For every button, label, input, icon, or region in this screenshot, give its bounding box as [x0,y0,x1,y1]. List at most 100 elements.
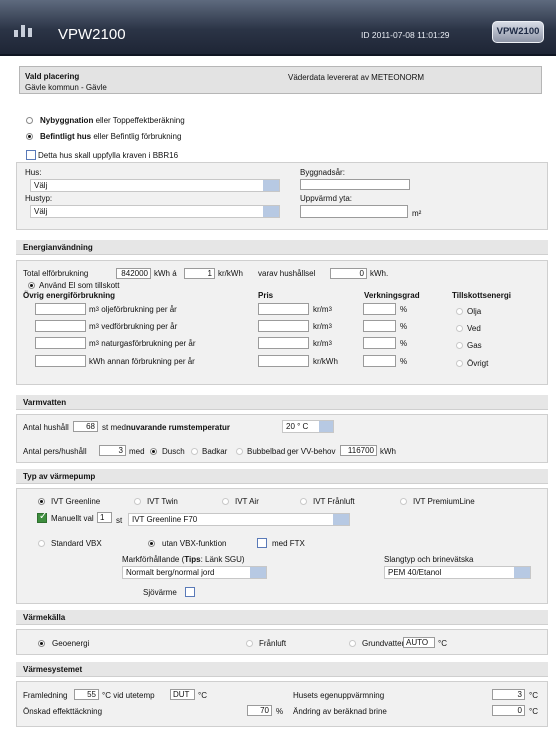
sjovarme-checkbox[interactable] [185,587,195,597]
row-wood-price[interactable] [258,320,309,332]
fram-input[interactable]: 55 [74,689,99,700]
model-select[interactable]: IVT Greenline F70 [128,513,350,526]
dut-input[interactable]: DUT [170,689,195,700]
ger-label: ger VV-behov [287,447,336,456]
byggnadsar-input[interactable] [300,179,410,190]
radio-franluft[interactable] [246,640,253,647]
radio-ivt-franluft[interactable] [300,498,307,505]
radio-olja[interactable] [456,308,463,315]
radio-ivt-air[interactable] [222,498,229,505]
row-wood-desc: m3 vedförbrukning per år [89,322,178,331]
eget-input[interactable]: 3 [492,689,525,700]
chevron-down-icon [319,421,333,432]
grund-label: Grundvatten [362,639,407,648]
row-oil-eff[interactable] [363,303,396,315]
row-gas-eff[interactable] [363,337,396,349]
antal-hushall-input[interactable]: 68 [73,421,98,432]
opt-premium: IVT PremiumLine [413,497,475,506]
radio-geoenergi[interactable] [38,640,45,647]
pct: % [400,322,408,331]
heatsource-section-title: Värmekälla [23,613,66,622]
antal-hushall-label: Antal hushåll [23,423,69,432]
vv-value[interactable]: 116700 [340,445,377,456]
vid-ute-label: °C vid utetemp [102,691,155,700]
radio-new-build[interactable] [26,117,33,124]
row-wood-qty[interactable] [35,320,86,332]
existing-label: Befintligt hus eller Befintlig förbrukni… [40,132,182,141]
household-input[interactable]: 0 [330,268,367,279]
manuellt-count[interactable]: 1 [97,512,112,523]
pct: % [400,339,408,348]
radio-grundvatten[interactable] [349,640,356,647]
row-other-price[interactable] [258,355,309,367]
utan-vbx-label: utan VBX-funktion [162,539,227,548]
hus-label: Hus: [25,168,42,177]
radio-utan-vbx[interactable] [148,540,155,547]
location-title: Vald placering [25,72,80,81]
chevron-down-icon [514,567,530,578]
tillsk-gas: Gas [467,341,482,350]
radio-bubbelbad[interactable] [236,448,243,455]
record-id: ID 2011-07-08 11:01:29 [361,30,450,40]
manuellt-checkbox[interactable] [37,511,47,523]
radio-ivt-twin[interactable] [134,498,141,505]
manuellt-label: Manuellt val [51,514,94,523]
hus-select[interactable]: Välj [30,179,280,192]
location-box: Vald placering Gävle kommun - Gävle Väde… [19,66,542,94]
byggnadsar-label: Byggnadsår: [300,168,345,177]
radio-ved[interactable] [456,325,463,332]
onskad-input[interactable]: 70 [247,705,272,716]
bubbelbad-label: Bubbelbad [247,447,286,456]
nuvarande-label: nuvarande rumstemperatur [126,423,231,432]
slang-select[interactable]: PEM 40/Etanol [384,566,531,579]
row-oil-qty[interactable] [35,303,86,315]
radio-use-el[interactable] [28,282,35,289]
row-wood-eff[interactable] [363,320,396,332]
dusch-label: Dusch [162,447,185,456]
row-other-eff[interactable] [363,355,396,367]
radio-badkar[interactable] [191,448,198,455]
row-other-qty[interactable] [35,355,86,367]
andring-unit: °C [529,707,538,716]
heatpump-section-title: Typ av värmepump [23,472,96,481]
heatpump-section-header: Typ av värmepump [16,469,548,484]
radio-ivt-premium[interactable] [400,498,407,505]
row-gas-qty[interactable] [35,337,86,349]
radio-ivt-greenline[interactable] [38,498,45,505]
total-label: Total elförbrukning [23,269,89,278]
sjovarme-label: Sjövärme [143,588,177,597]
row-gas-price[interactable] [258,337,309,349]
c-unit: °C [198,691,207,700]
system-panel: Framledning 55 °C vid utetemp DUT °C Hus… [16,681,548,727]
radio-gas[interactable] [456,342,463,349]
franluft-label: Frånluft [259,639,287,648]
radio-standard-vbx[interactable] [38,540,45,547]
med-ftx-checkbox[interactable] [257,538,267,548]
temp-select[interactable]: 20 ° C [282,420,334,433]
energy-section-header: Energianvändning [16,240,548,255]
andring-input[interactable]: 0 [492,705,525,716]
grund-input[interactable]: AUTO [403,637,435,648]
standard-vbx-label: Standard VBX [51,539,102,548]
price-input[interactable]: 1 [184,268,215,279]
row-gas-price-unit: kr/m3 [313,339,332,348]
tillsk-ovrigt: Övrigt [467,359,489,368]
uppvarmd-input[interactable] [300,205,408,218]
total-input[interactable]: 842000 [116,268,151,279]
med-label: med [129,447,145,456]
mark-select[interactable]: Normalt berg/normal jord [122,566,267,579]
radio-dusch[interactable] [150,448,157,455]
varav-label: varav hushållsel [258,269,316,278]
bbr16-checkbox[interactable] [26,150,36,160]
hustyp-select[interactable]: Välj [30,205,280,218]
opt-franluft: IVT Frånluft [313,497,355,506]
chevron-down-icon [250,567,266,578]
pers-label: Antal pers/hushåll [23,447,87,456]
energy-section-title: Energianvändning [23,243,93,252]
radio-existing[interactable] [26,133,33,140]
hotwater-section-header: Varmvatten [16,395,548,410]
pers-input[interactable]: 3 [99,445,126,456]
app-header: VPW2100 ID 2011-07-08 11:01:29 VPW2100 [0,0,556,56]
row-oil-price[interactable] [258,303,309,315]
radio-ovrigt[interactable] [456,360,463,367]
